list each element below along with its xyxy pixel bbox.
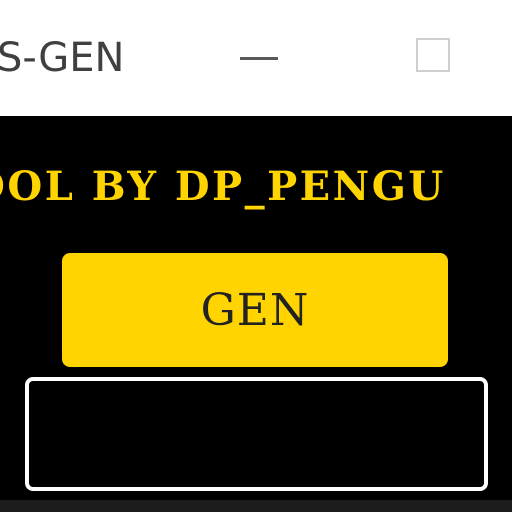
window-title: S-GEN	[0, 35, 125, 81]
maximize-button[interactable]	[390, 20, 480, 98]
gen-button[interactable]: GEN	[62, 253, 448, 367]
main-panel: OOL BY DP_PENGU GEN	[0, 116, 512, 500]
credit-label: OOL BY DP_PENGU	[0, 163, 446, 210]
maximize-icon	[416, 38, 450, 72]
minimize-button[interactable]	[213, 20, 303, 98]
app-window: S-GEN OOL BY DP_PENGU GEN	[0, 0, 512, 512]
title-bar[interactable]: S-GEN	[0, 0, 512, 116]
window-bottom-edge	[0, 500, 512, 512]
gen-button-label: GEN	[200, 284, 310, 336]
minimize-icon	[240, 57, 278, 60]
output-field[interactable]	[25, 377, 488, 491]
